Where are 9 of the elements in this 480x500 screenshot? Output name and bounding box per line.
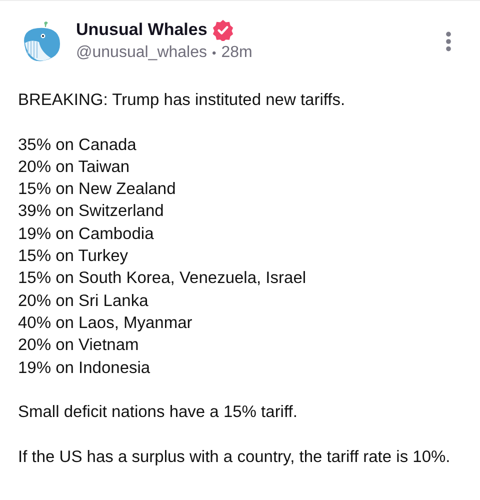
author-name[interactable]: Unusual Whales <box>76 20 208 40</box>
post-paragraph: If the US has a surplus with a country, the tariff rate is 10%. <box>18 446 452 468</box>
user-handle[interactable]: @unusual_whales <box>76 44 207 62</box>
post-paragraph: BREAKING: Trump has instituted new tariffs. <box>18 90 346 111</box>
separator-dot: • <box>212 46 216 60</box>
more-options-icon[interactable] <box>445 31 452 52</box>
post-time: 28m <box>221 44 252 62</box>
post-paragraph: 35% on Canada 20% on Taiwan 15% on New Zealand 39% on Switzerland 19% on Cambodia 15% on Turkey 15% on South Korea, Venezuela, Israel 20% on Sri Lanka 40% on Laos, Myanmar 20% on Vietnam 19% on Indonesia <box>18 134 308 379</box>
post-paragraph: Small deficit nations have a 15% tariff. <box>18 402 298 424</box>
